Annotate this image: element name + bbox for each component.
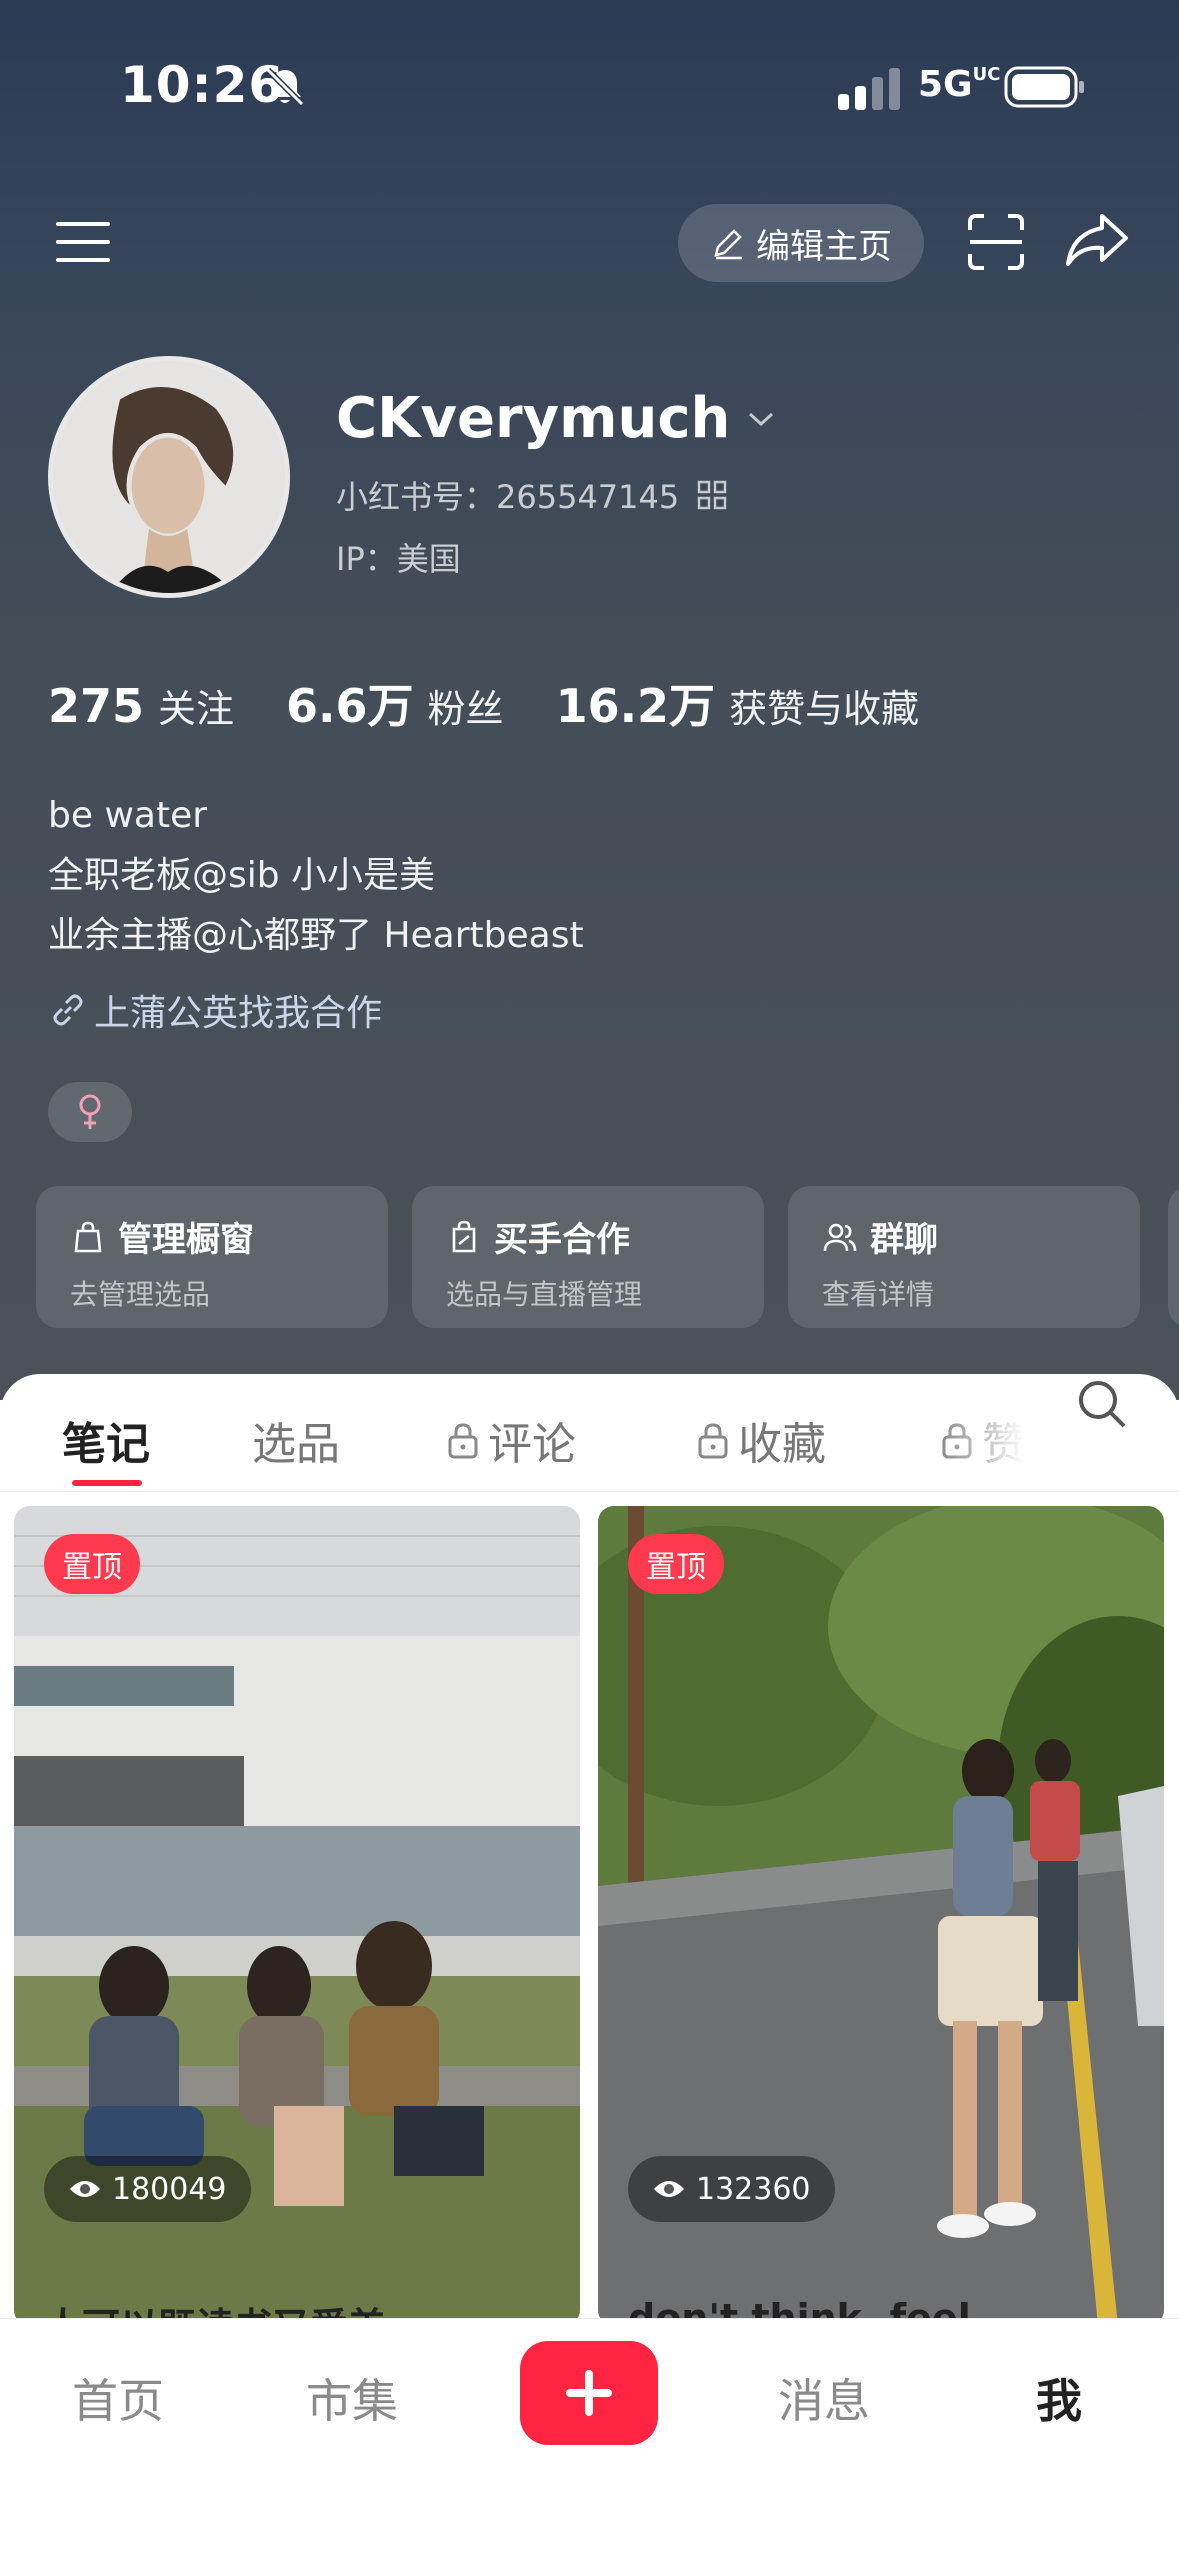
bio-line: 全职老板@sib 小小是美 — [48, 855, 436, 896]
signal-icon — [838, 68, 900, 110]
card-overflow-peek[interactable] — [1168, 1186, 1179, 1328]
eye-icon — [70, 2181, 100, 2197]
tab-collections[interactable]: 收藏 — [696, 1408, 826, 1472]
stat-label: 获赞与收藏 — [729, 687, 920, 731]
tab-products[interactable]: 选品 — [252, 1408, 340, 1472]
red-id: 小红书号：265547145 — [336, 472, 727, 518]
scan-icon[interactable] — [966, 212, 1026, 272]
qr-code-icon[interactable] — [697, 480, 727, 510]
group-icon — [823, 1223, 857, 1251]
followers-stat[interactable]: 6.6万 粉丝 — [286, 670, 504, 736]
card-manage-showcase[interactable]: 管理橱窗 去管理选品 — [36, 1186, 388, 1328]
pencil-icon — [714, 229, 742, 260]
network-type: 5GUC — [918, 64, 1001, 105]
eye-icon — [654, 2181, 684, 2197]
view-count-badge: 132360 — [628, 2156, 835, 2222]
link-icon — [53, 994, 83, 1026]
bio-line: 业余主播@心都野了 Heartbeast — [48, 915, 584, 956]
tab-fade-overlay — [940, 1374, 1060, 1490]
share-icon[interactable] — [1064, 210, 1130, 270]
stat-label: 关注 — [158, 687, 235, 731]
view-count: 132360 — [696, 2171, 811, 2207]
card-subtitle: 选品与直播管理 — [446, 1278, 643, 1311]
feature-cards: 管理橱窗 去管理选品 买手合作 选品与直播管理 群聊 查看详情 — [36, 1186, 1140, 1328]
handbag-icon — [452, 1220, 476, 1252]
pinned-badge: 置顶 — [628, 1534, 724, 1594]
profile-stats: 275 关注 6.6万 粉丝 16.2万 获赞与收藏 — [48, 670, 919, 736]
nav-me[interactable]: 我 — [1036, 2365, 1082, 2431]
chevron-down-icon[interactable] — [744, 404, 778, 434]
gender-badge — [48, 1082, 132, 1142]
profile-name-row[interactable]: CKverymuch — [336, 386, 778, 451]
edit-profile-label: 编辑主页 — [756, 226, 892, 267]
stat-number: 16.2万 — [555, 679, 716, 733]
lock-icon — [698, 1423, 728, 1459]
avatar-portrait-icon — [53, 361, 285, 593]
avatar[interactable] — [48, 356, 290, 598]
stat-number: 275 — [48, 679, 145, 733]
tab-bar: 笔记 选品 评论 收藏 赞 — [0, 1374, 1179, 1492]
edit-profile-button[interactable]: 编辑主页 — [678, 204, 924, 282]
bio: be water 全职老板@sib 小小是美 业余主播@心都野了 Heartbe… — [48, 786, 584, 966]
silent-bell-icon — [265, 67, 305, 107]
menu-icon[interactable] — [54, 218, 114, 268]
bio-line: be water — [48, 795, 208, 836]
stat-label: 粉丝 — [427, 687, 504, 731]
tab-label: 选品 — [252, 1419, 340, 1470]
card-group-chat[interactable]: 群聊 查看详情 — [788, 1186, 1140, 1328]
bottom-navigation: 首页 市集 消息 我 — [0, 2318, 1179, 2556]
note-card[interactable]: 置顶 180049 人可以既读书又爱美 — [14, 1506, 580, 2326]
card-title: 管理橱窗 — [118, 1220, 254, 1260]
red-id-text: 小红书号：265547145 — [336, 478, 680, 516]
collaboration-link-text: 上蒲公英找我合作 — [94, 993, 383, 1034]
card-subtitle: 查看详情 — [822, 1278, 935, 1311]
card-buyer-cooperation[interactable]: 买手合作 选品与直播管理 — [412, 1186, 764, 1328]
bag-icon — [74, 1221, 102, 1252]
search-icon[interactable] — [1076, 1378, 1128, 1430]
female-icon — [79, 1094, 101, 1129]
card-title: 买手合作 — [494, 1220, 630, 1260]
nav-messages[interactable]: 消息 — [778, 2365, 870, 2431]
plus-icon — [566, 2370, 612, 2416]
following-stat[interactable]: 275 关注 — [48, 678, 234, 733]
nav-home[interactable]: 首页 — [72, 2365, 164, 2431]
create-post-button[interactable] — [520, 2341, 658, 2445]
view-count: 180049 — [112, 2171, 227, 2207]
battery-icon — [1004, 66, 1084, 108]
stat-number: 6.6万 — [286, 679, 414, 733]
tab-label: 收藏 — [738, 1419, 826, 1470]
tab-label: 笔记 — [62, 1419, 150, 1470]
tab-comments[interactable]: 评论 — [446, 1408, 576, 1472]
lock-icon — [448, 1423, 478, 1459]
tab-notes[interactable]: 笔记 — [62, 1408, 150, 1472]
nav-market[interactable]: 市集 — [306, 2365, 398, 2431]
collaboration-link[interactable]: 上蒲公英找我合作 — [48, 984, 382, 1036]
ip-location: IP：美国 — [336, 540, 461, 578]
card-subtitle: 去管理选品 — [70, 1278, 211, 1311]
status-time: 10:26 — [120, 56, 285, 114]
view-count-badge: 180049 — [44, 2156, 251, 2222]
tab-label: 评论 — [488, 1419, 576, 1470]
pinned-badge: 置顶 — [44, 1534, 140, 1594]
note-card[interactable]: 置顶 132360 don't think, feel — [598, 1506, 1164, 2326]
active-tab-indicator — [72, 1480, 142, 1486]
card-title: 群聊 — [870, 1220, 938, 1260]
profile-name: CKverymuch — [336, 386, 731, 451]
likes-collects-stat[interactable]: 16.2万 获赞与收藏 — [556, 670, 920, 736]
